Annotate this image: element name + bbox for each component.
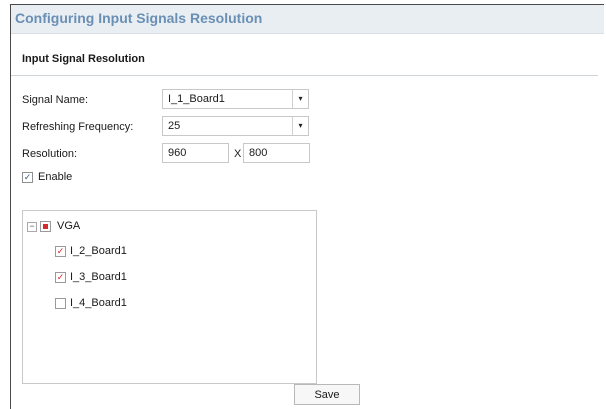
signal-name-select[interactable]: I_1_Board1 ▾ [162, 89, 309, 109]
tree-item-label[interactable]: I_4_Board1 [70, 297, 127, 309]
config-panel: Configuring Input Signals Resolution Inp… [10, 4, 604, 409]
resolution-width-input[interactable]: 960 [162, 143, 229, 163]
tree-item-label[interactable]: I_2_Board1 [70, 245, 127, 257]
tree-item-checkbox[interactable]: ✓ [55, 246, 66, 257]
resolution-height-input[interactable]: 800 [243, 143, 310, 163]
signal-tree: − VGA ✓ I_2_Board1 ✓ I_3_Board1 I_4_Boar… [22, 210, 317, 384]
resolution-label: Resolution: [22, 148, 78, 160]
save-button[interactable]: Save [294, 384, 360, 405]
chevron-down-icon[interactable]: ▾ [292, 90, 308, 108]
signal-name-value: I_1_Board1 [168, 93, 225, 105]
chevron-down-icon[interactable]: ▾ [292, 117, 308, 135]
resolution-width-value: 960 [168, 147, 187, 159]
signal-name-label: Signal Name: [22, 94, 89, 106]
enable-checkbox[interactable]: ✓ [22, 172, 33, 183]
panel-title: Configuring Input Signals Resolution [15, 10, 263, 26]
section-divider [11, 75, 598, 76]
panel-header: Configuring Input Signals Resolution [11, 5, 604, 34]
section-title: Input Signal Resolution [22, 53, 145, 65]
refresh-frequency-select[interactable]: 25 ▾ [162, 116, 309, 136]
tree-item-checkbox[interactable] [55, 298, 66, 309]
resolution-height-value: 800 [249, 147, 268, 159]
resolution-separator: X [234, 148, 242, 160]
tree-root-label[interactable]: VGA [57, 220, 80, 232]
refresh-frequency-label: Refreshing Frequency: [22, 121, 134, 133]
vga-partial-checkbox[interactable] [40, 221, 51, 232]
partial-fill-icon [43, 224, 48, 229]
tree-item-label[interactable]: I_3_Board1 [70, 271, 127, 283]
refresh-frequency-value: 25 [168, 120, 181, 132]
collapse-icon[interactable]: − [27, 222, 37, 232]
tree-item-checkbox[interactable]: ✓ [55, 272, 66, 283]
enable-label: Enable [38, 171, 73, 183]
